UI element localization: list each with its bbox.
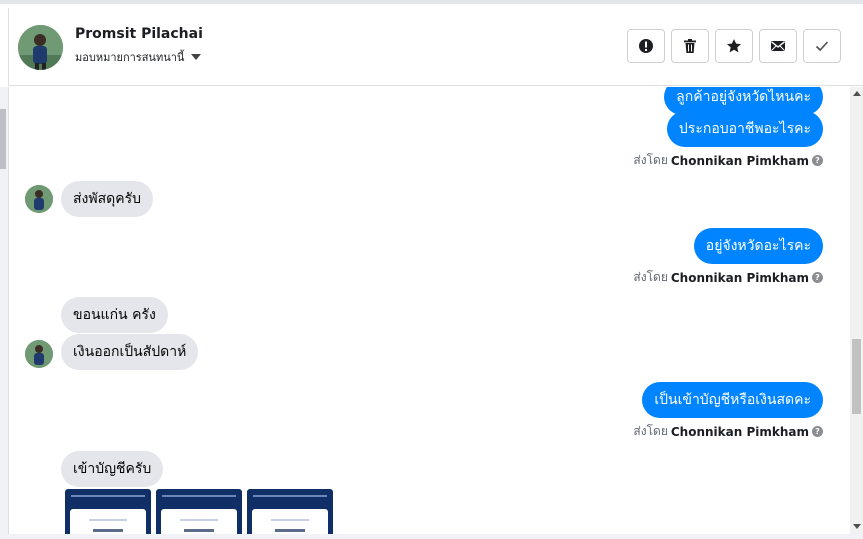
delete-button[interactable] [671, 29, 709, 63]
star-button[interactable] [715, 29, 753, 63]
mark-unread-button[interactable] [759, 29, 797, 63]
help-icon[interactable]: ? [812, 155, 823, 166]
message-incoming[interactable]: เข้าบัญชีครับ [61, 451, 164, 487]
message-thread[interactable]: ลูกค้าอยู่จังหวัดไหนคะ ประกอบอาชีพอะไรคะ… [8, 87, 850, 534]
left-panel-scrollbar[interactable] [0, 87, 8, 539]
sent-by-prefix: ส่งโดย [633, 153, 668, 167]
message-outgoing[interactable]: อยู่จังหวัดอะไรคะ [693, 228, 823, 264]
image-attachment[interactable] [65, 489, 151, 534]
scroll-up-icon[interactable] [853, 91, 861, 96]
avatar[interactable] [25, 340, 53, 368]
help-icon[interactable]: ? [812, 426, 823, 437]
agent-name[interactable]: Chonnikan Pimkham [671, 271, 809, 285]
avatar[interactable] [18, 25, 63, 70]
assign-conversation-dropdown[interactable]: มอบหมายการสนทนานี้ [75, 48, 202, 66]
scrollbar-thumb[interactable] [852, 339, 861, 414]
action-toolbar [627, 29, 841, 63]
trash-icon [684, 39, 696, 53]
thread-scrollbar[interactable] [850, 87, 863, 534]
message-outgoing[interactable]: ประกอบอาชีพอะไรคะ [666, 111, 823, 147]
message-incoming[interactable]: ส่งพัสดุครับ [61, 181, 154, 217]
mark-spam-button[interactable] [627, 29, 665, 63]
envelope-icon [771, 41, 785, 51]
message-outgoing[interactable]: เป็นเข้าบัญชีหรือเงินสดคะ [642, 382, 823, 418]
image-attachment[interactable] [156, 489, 242, 534]
image-attachments [65, 489, 333, 534]
message-incoming[interactable]: เงินออกเป็นสัปดาห์ [61, 334, 199, 370]
alert-icon [639, 39, 653, 53]
sent-by-prefix: ส่งโดย [633, 424, 668, 438]
star-icon [727, 39, 741, 53]
conversation-header: Promsit Pilachai มอบหมายการสนทนานี้ [8, 8, 863, 86]
sent-by-prefix: ส่งโดย [633, 270, 668, 284]
avatar[interactable] [25, 185, 53, 213]
sent-by-label: ส่งโดย Chonnikan Pimkham ? [633, 268, 823, 287]
sent-by-label: ส่งโดย Chonnikan Pimkham ? [633, 151, 823, 170]
check-icon [815, 41, 829, 52]
assign-label: มอบหมายการสนทนานี้ [75, 51, 185, 64]
image-attachment[interactable] [247, 489, 333, 534]
sent-by-label: ส่งโดย Chonnikan Pimkham ? [633, 422, 823, 441]
bottom-border [0, 534, 863, 539]
contact-name[interactable]: Promsit Pilachai [75, 26, 203, 42]
scroll-down-icon[interactable] [853, 524, 861, 529]
mark-done-button[interactable] [803, 29, 841, 63]
conversation-window: Promsit Pilachai มอบหมายการสนทนานี้ ลูกค… [0, 0, 863, 539]
help-icon[interactable]: ? [812, 272, 823, 283]
message-incoming[interactable]: ขอนแก่น ครัง [61, 297, 168, 333]
agent-name[interactable]: Chonnikan Pimkham [671, 154, 809, 168]
chevron-down-icon [191, 54, 202, 60]
agent-name[interactable]: Chonnikan Pimkham [671, 425, 809, 439]
scrollbar-thumb[interactable] [0, 109, 6, 169]
